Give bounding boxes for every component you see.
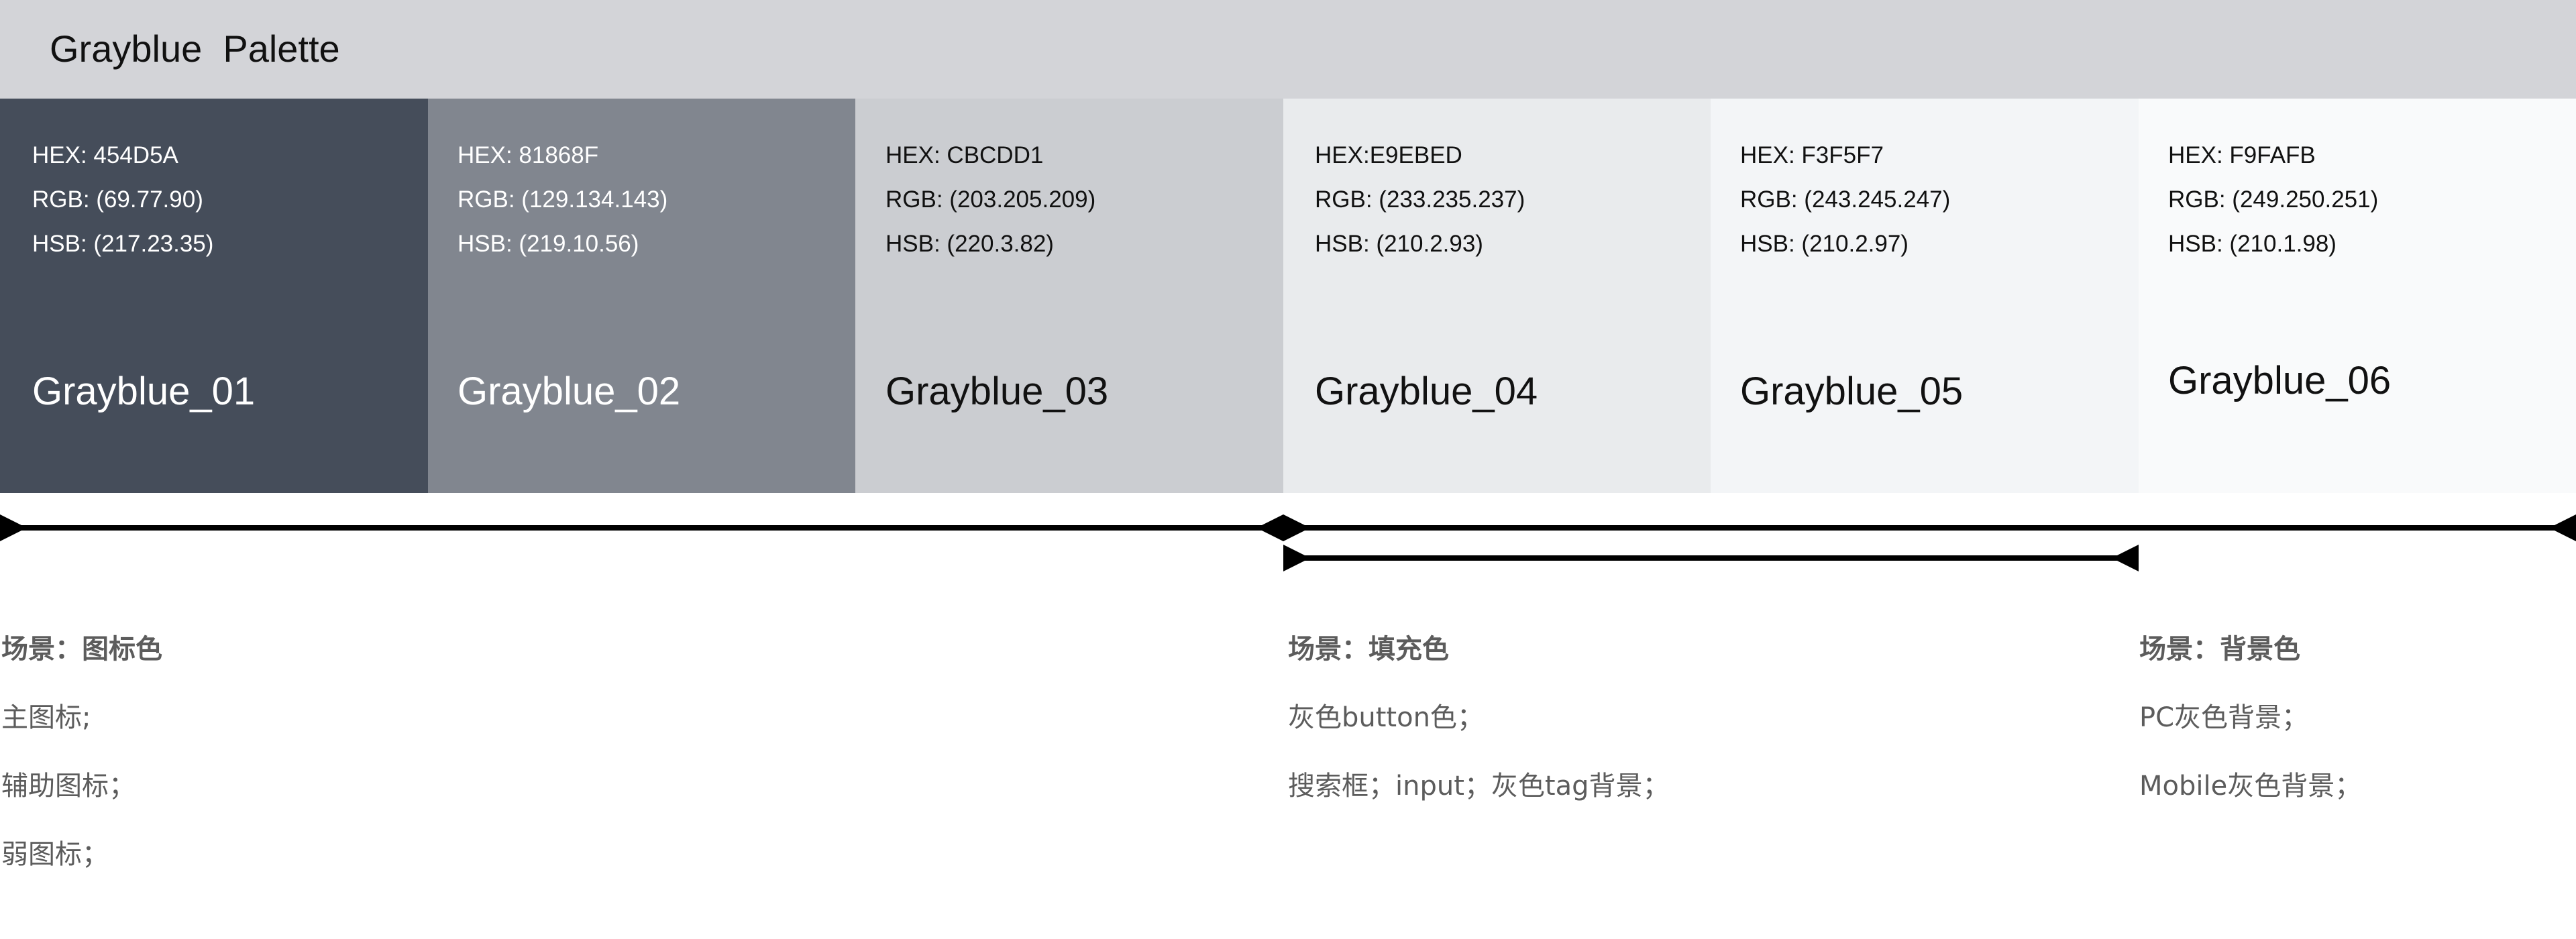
scenario-title: 场景：背景色 [2139,634,2300,665]
swatch-info: HEX: F3F5F7 RGB: (243.245.247) HSB: (210… [1740,133,1950,266]
swatch-info: HEX:E9EBED RGB: (233.235.237) HSB: (210.… [1315,133,1525,266]
rgb-value: RGB: (243.245.247) [1740,186,1951,213]
hsb-value: HSB: (217.23.35) [32,231,214,257]
scenario-background: 场景：背景色 PC灰色背景； Mobile灰色背景； [2139,630,2361,805]
swatch-info: HEX: 81868F RGB: (129.134.143) HSB: (219… [458,133,667,266]
scenario-line: 辅助图标； [1,771,136,802]
hex-value: HEX: F9FAFB [2168,142,2316,168]
scenario-line: PC灰色背景； [2139,702,2309,733]
hsb-value: HSB: (210.2.97) [1740,231,1909,257]
swatch-info: HEX: 454D5A RGB: (69.77.90) HSB: (217.23… [32,133,213,266]
rgb-value: RGB: (233.235.237) [1315,186,1525,213]
range-arrow-left-icon [0,514,27,541]
hsb-value: HSB: (219.10.56) [458,231,639,257]
swatch-name: Grayblue_04 [1315,370,1538,413]
swatch-grayblue-03: HEX: CBCDD1 RGB: (203.205.209) HSB: (220… [855,99,1283,493]
range-arrows [0,514,2576,571]
hex-value: HEX:E9EBED [1315,142,1462,168]
swatch-info: HEX: F9FAFB RGB: (249.250.251) HSB: (210… [2168,133,2378,266]
rgb-value: RGB: (249.250.251) [2168,186,2379,213]
range-fill-start-icon [1283,545,1310,571]
rgb-value: RGB: (203.205.209) [885,186,1096,213]
hex-value: HEX: 454D5A [32,142,178,168]
swatch-grayblue-04: HEX:E9EBED RGB: (233.235.237) HSB: (210.… [1283,99,1711,493]
rgb-value: RGB: (129.134.143) [458,186,668,213]
scenario-line: Mobile灰色背景； [2139,771,2362,802]
hsb-value: HSB: (220.3.82) [885,231,1054,257]
hsb-value: HSB: (210.2.93) [1315,231,1483,257]
hsb-value: HSB: (210.1.98) [2168,231,2337,257]
hex-value: HEX: 81868F [458,142,599,168]
scenario-fill: 场景：填充色 灰色button色； 搜索框；input；灰色tag背景； [1288,630,1669,805]
scenario-icon: 场景：图标色 主图标; 辅助图标； 弱图标； [1,630,162,873]
scenario-line: 灰色button色； [1288,702,1484,733]
range-divider-icon [1256,514,1310,541]
hex-value: HEX: F3F5F7 [1740,142,1884,168]
swatch-name: Grayblue_01 [32,370,256,413]
scenario-line: 弱图标； [1,839,109,870]
rgb-value: RGB: (69.77.90) [32,186,203,213]
scenario-title: 场景：填充色 [1288,634,1449,665]
palette-title: Grayblue Palette [50,27,340,70]
scenario-line: 主图标; [1,702,91,733]
swatch-row: HEX: 454D5A RGB: (69.77.90) HSB: (217.23… [0,99,2576,493]
swatch-name: Grayblue_02 [458,370,681,413]
swatch-name: Grayblue_06 [2168,359,2392,402]
swatch-grayblue-01: HEX: 454D5A RGB: (69.77.90) HSB: (217.23… [0,99,428,493]
swatch-name: Grayblue_03 [885,370,1109,413]
usage-range-indicators [0,493,2576,600]
swatch-name: Grayblue_05 [1740,370,1964,413]
palette-header: Grayblue Palette [0,0,2576,99]
swatch-info: HEX: CBCDD1 RGB: (203.205.209) HSB: (220… [885,133,1095,266]
scenario-line: 搜索框；input；灰色tag背景； [1288,771,1670,802]
range-fill-end-icon [2112,545,2139,571]
swatch-grayblue-02: HEX: 81868F RGB: (129.134.143) HSB: (219… [428,99,855,493]
hex-value: HEX: CBCDD1 [885,142,1044,168]
range-arrow-right-icon [2549,514,2576,541]
swatch-grayblue-05: HEX: F3F5F7 RGB: (243.245.247) HSB: (210… [1711,99,2139,493]
swatch-grayblue-06: HEX: F9FAFB RGB: (249.250.251) HSB: (210… [2139,99,2576,493]
scenario-title: 场景：图标色 [1,634,162,665]
